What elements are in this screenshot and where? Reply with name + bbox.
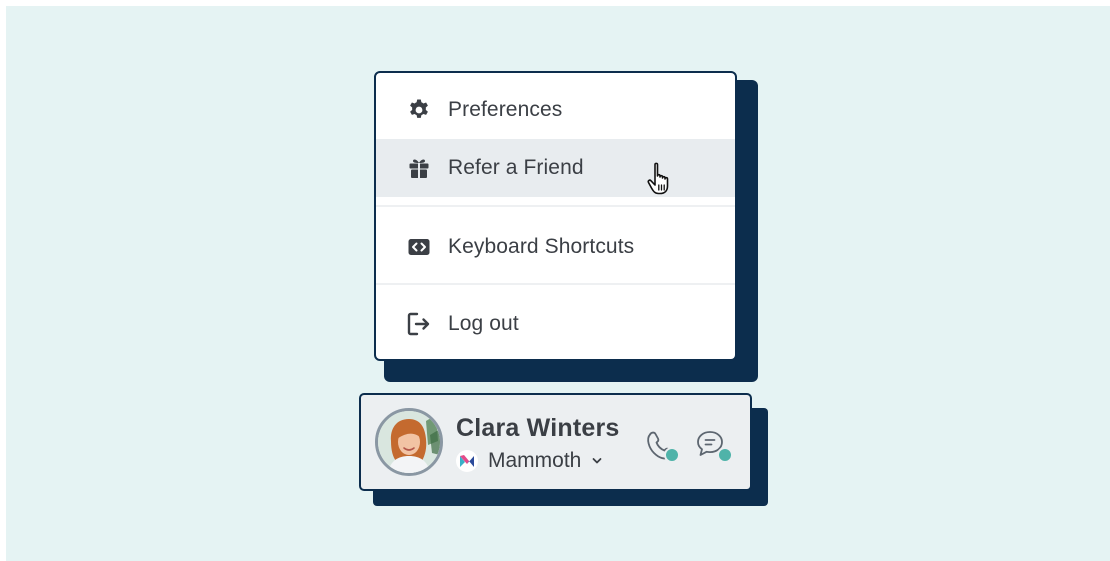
organization-switcher[interactable]: Mammoth (456, 448, 603, 474)
chat-icon[interactable] (695, 426, 739, 466)
canvas: Preferences Refer a Friend Keyboard Shor… (6, 6, 1110, 561)
mammoth-logo-icon (456, 450, 478, 472)
account-menu: Preferences Refer a Friend Keyboard Shor… (374, 71, 737, 361)
user-bar: Clara Winters Mammoth (359, 393, 752, 491)
menu-item-log-out[interactable]: Log out (376, 295, 735, 353)
gift-icon (406, 155, 432, 181)
avatar[interactable] (375, 408, 443, 476)
chevron-down-icon (592, 458, 602, 464)
code-brackets-icon (406, 234, 432, 260)
menu-item-label: Refer a Friend (448, 156, 584, 179)
logout-icon (406, 311, 432, 337)
pointer-cursor-icon (647, 162, 669, 195)
menu-item-label: Keyboard Shortcuts (448, 235, 635, 258)
menu-item-keyboard-shortcuts[interactable]: Keyboard Shortcuts (376, 218, 735, 276)
phone-icon[interactable] (641, 426, 685, 466)
user-name: Clara Winters (456, 414, 620, 442)
menu-item-label: Preferences (448, 98, 563, 121)
menu-item-refer-a-friend[interactable]: Refer a Friend (376, 139, 735, 197)
menu-item-preferences[interactable]: Preferences (376, 81, 735, 139)
menu-item-label: Log out (448, 312, 519, 335)
menu-divider (376, 283, 735, 285)
organization-name: Mammoth (488, 449, 582, 472)
gear-icon (406, 97, 432, 123)
menu-divider (376, 205, 735, 207)
